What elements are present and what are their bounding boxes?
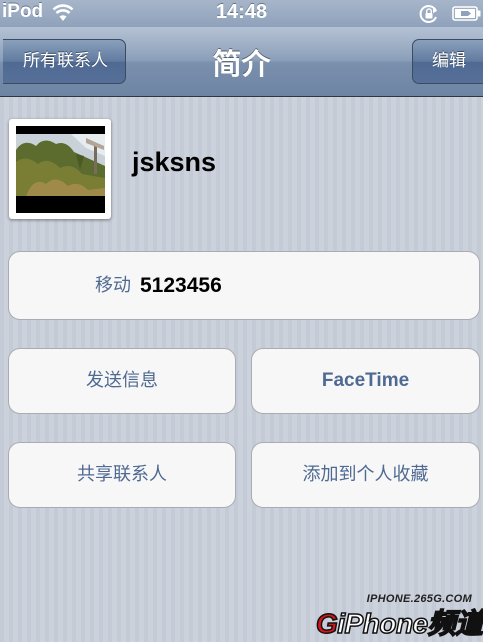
phone-number-row[interactable]: 移动 5123456 [8,251,480,320]
battery-charging-icon [452,6,482,21]
edit-button[interactable]: 编辑 [412,39,483,84]
contact-name: jsksns [132,147,217,177]
add-to-favorites-button[interactable]: 添加到个人收藏 [251,442,480,508]
watermark-logo: GiPhone频道 [315,607,483,640]
add-to-favorites-label: 添加到个人收藏 [302,464,429,485]
contact-photo-frame[interactable] [9,119,111,219]
send-message-label: 发送信息 [86,370,158,391]
edit-button-label: 编辑 [432,51,466,71]
page-title: 简介 [212,47,271,81]
phone-number: 5123456 [140,274,222,297]
share-contact-label: 共享联系人 [77,464,167,485]
facetime-label: FaceTime [321,370,410,391]
status-time: 14:48 [215,1,268,23]
share-contact-button[interactable]: 共享联系人 [8,442,236,508]
status-bar: iPod 14:48 [0,0,483,27]
contact-photo [16,126,105,213]
facetime-button[interactable]: FaceTime [251,348,480,414]
send-message-button[interactable]: 发送信息 [8,348,236,414]
navigation-bar: 所有联系人 简介 编辑 [0,27,483,97]
rotation-lock-icon [418,3,440,25]
site-watermark: IPHONE.265G.COM GiPhone频道 [312,593,483,640]
phone-type-label: 移动 [95,275,131,296]
